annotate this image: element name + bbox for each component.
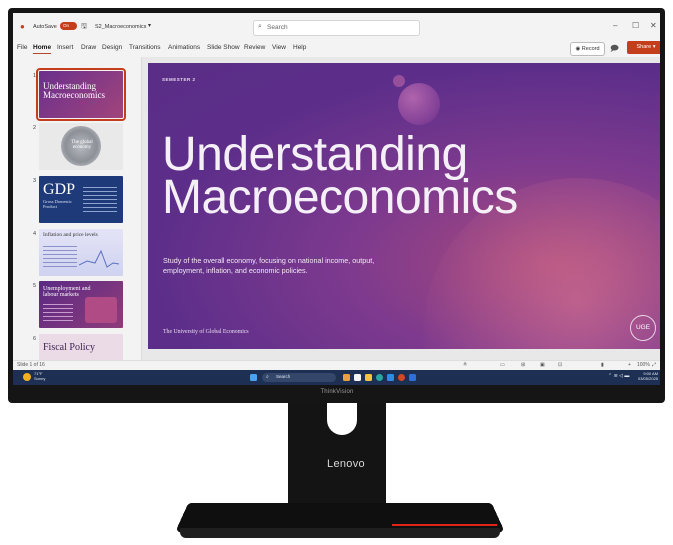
edge-icon[interactable] — [376, 374, 383, 381]
notes-icon[interactable]: ≜ — [463, 362, 467, 368]
slide-thumbnail-1[interactable]: Understanding Macroeconomics — [36, 68, 126, 121]
powerpoint-icon: ● — [20, 22, 25, 31]
clock-date: 03/05/2025 — [638, 376, 659, 381]
thumb-title: GDP — [43, 181, 76, 198]
taskbar: 71°F Sunny ⌕ Search ⌃ ≋ ◁ ▬ 9:00 AM 03/0… — [13, 370, 660, 385]
thumb-title: Understanding Macroeconomics — [43, 81, 105, 100]
screen: ● AutoSave On 🖫 S2_Macroeconomics ▾ ⌕ Se… — [13, 13, 660, 385]
autosave-toggle[interactable]: On — [60, 22, 77, 30]
thumb-number: 2 — [33, 125, 37, 131]
thumb-chart-line — [79, 249, 119, 268]
tab-draw[interactable]: Draw — [81, 44, 96, 51]
tab-insert[interactable]: Insert — [57, 44, 73, 51]
slide-title: Understanding Macroeconomics — [162, 128, 660, 224]
comments-icon[interactable]: 🗩 — [610, 43, 619, 57]
task-view-icon[interactable] — [354, 374, 361, 381]
tab-help[interactable]: Help — [293, 44, 306, 51]
thinkvision-label: ThinkVision — [320, 389, 354, 395]
zoom-slider[interactable]: ▮ — [601, 362, 604, 368]
file-explorer-icon[interactable] — [365, 374, 372, 381]
search-placeholder: Search — [267, 24, 288, 31]
clock[interactable]: 9:00 AM 03/05/2025 — [638, 371, 658, 381]
slide-sorter-icon[interactable]: ⊞ — [521, 362, 525, 368]
maximize-button[interactable]: ☐ — [632, 21, 639, 30]
slide-semester: SEMESTER 2 — [162, 77, 196, 82]
tab-view[interactable]: View — [272, 44, 286, 51]
powerpoint-taskbar-icon[interactable] — [398, 374, 405, 381]
minimize-button[interactable]: – — [613, 21, 617, 30]
thumb-number: 6 — [33, 336, 37, 342]
slide-thumbnail-2[interactable]: The global economy — [39, 123, 123, 170]
sun-icon[interactable] — [23, 373, 31, 381]
thumb-image — [85, 297, 117, 323]
thumb-title: Fiscal Policy — [43, 342, 95, 353]
search-icon: ⌕ — [266, 374, 269, 380]
thumb-number: 4 — [33, 231, 37, 237]
fit-slide-icon[interactable]: ⤢ — [652, 362, 656, 368]
slide-title-line-2: Macroeconomics — [162, 171, 518, 224]
tab-animations[interactable]: Animations — [168, 44, 200, 51]
share-label: Share — [636, 44, 652, 50]
chevron-down-icon[interactable]: ▾ — [148, 22, 151, 29]
slide-thumbnail-6[interactable]: Fiscal Policy — [39, 334, 123, 360]
slide-title-line-1: Understanding — [162, 128, 468, 181]
tab-design[interactable]: Design — [102, 44, 122, 51]
slide-subtitle: Study of the overall economy, focusing o… — [163, 256, 375, 275]
zoom-level[interactable]: 100% — [637, 362, 650, 368]
thumb-title: Inflation and price levels — [43, 232, 98, 238]
thumb-number: 5 — [33, 283, 37, 289]
widgets-icon[interactable] — [343, 374, 350, 381]
thumb-number: 1 — [33, 73, 37, 79]
university-logo: UGE — [630, 315, 656, 341]
weather-desc: Sunny — [34, 376, 46, 381]
presenter-icon[interactable]: ⊡ — [558, 362, 562, 368]
tab-transitions[interactable]: Transitions — [129, 44, 161, 51]
taskbar-search[interactable]: ⌕ Search — [262, 373, 336, 382]
share-button[interactable]: Share ▾ — [627, 41, 660, 54]
slide-university: The University of Global Economics — [163, 329, 249, 335]
thumb-subtitle: Gross Domestic Product — [43, 199, 72, 209]
thumb-text-lines — [83, 184, 117, 214]
lenovo-logo: Lenovo — [327, 458, 365, 470]
thumb-text-lines — [43, 301, 73, 323]
record-button[interactable]: ◉ Record — [570, 42, 605, 56]
thumb-title: The global economy — [71, 140, 93, 150]
current-slide[interactable]: SEMESTER 2 Understanding Macroeconomics … — [148, 63, 660, 349]
taskbar-search-label: Search — [276, 374, 291, 379]
monitor-base-edge — [180, 528, 500, 538]
zoom-in-icon[interactable]: + — [628, 362, 631, 368]
search-box[interactable]: ⌕ Search — [253, 20, 420, 36]
tab-review[interactable]: Review — [244, 44, 265, 51]
thumb-text-lines — [43, 243, 77, 269]
save-icon[interactable]: 🖫 — [81, 22, 87, 33]
system-tray-icons[interactable]: ⌃ ≋ ◁ ▬ — [608, 373, 629, 379]
thumb-number: 3 — [33, 178, 37, 184]
reading-view-icon[interactable]: ▣ — [540, 362, 545, 368]
title-bar: ● AutoSave On 🖫 S2_Macroeconomics ▾ ⌕ Se… — [13, 13, 660, 41]
tab-slide-show[interactable]: Slide Show — [207, 44, 240, 51]
normal-view-icon[interactable]: ▭ — [500, 362, 505, 368]
weather-widget[interactable]: 71°F Sunny — [34, 371, 45, 381]
red-accent-stripe — [392, 524, 497, 526]
tab-home[interactable]: Home — [33, 44, 52, 54]
decorative-sphere — [398, 83, 440, 125]
windows-start-icon[interactable] — [250, 374, 257, 381]
slide-count: Slide 1 of 16 — [17, 362, 45, 368]
slide-thumbnail-4[interactable]: Inflation and price levels — [39, 229, 123, 276]
slide-thumbnail-5[interactable]: Unemployment and labour markets — [39, 281, 123, 328]
decorative-sphere-small — [393, 75, 405, 87]
record-label: Record — [581, 46, 600, 52]
slide-thumbnails-pane[interactable]: 1 Understanding Macroeconomics 2 The glo… — [13, 57, 142, 360]
teams-icon[interactable] — [409, 374, 416, 381]
store-icon[interactable] — [387, 374, 394, 381]
file-name[interactable]: S2_Macroeconomics — [95, 24, 146, 30]
ribbon-tabs: File Home Insert Draw Design Transitions… — [13, 41, 660, 57]
close-button[interactable]: ✕ — [650, 21, 657, 30]
tab-file[interactable]: File — [17, 44, 27, 51]
search-icon: ⌕ — [258, 23, 262, 30]
autosave-label: AutoSave — [33, 24, 57, 30]
slide-thumbnail-3[interactable]: GDP Gross Domestic Product — [39, 176, 123, 223]
